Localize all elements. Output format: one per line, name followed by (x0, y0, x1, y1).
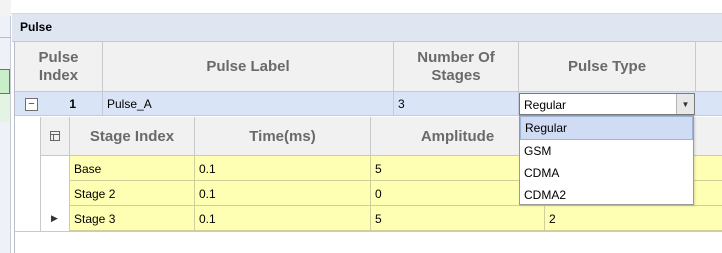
column-header-pulse-index[interactable]: Pulse Index (15, 42, 103, 92)
grid-bottom-border (14, 231, 722, 232)
number-of-stages-cell[interactable]: 3 (394, 92, 519, 116)
stage-name-cell[interactable]: Base (70, 156, 195, 181)
group-title: Pulse (20, 20, 53, 34)
stage-time-cell[interactable]: 0.1 (195, 181, 371, 206)
stage-amplitude-cell[interactable]: 5 (371, 206, 545, 231)
pulse-label-cell[interactable]: Pulse_A (103, 92, 394, 116)
column-chooser-button[interactable] (41, 117, 70, 156)
stage-time-cell[interactable]: 0.1 (195, 156, 371, 181)
expand-cell[interactable]: − (15, 92, 55, 116)
column-header-number-of-stages[interactable]: Number Of Stages (394, 42, 519, 92)
left-panel-selected-item[interactable] (0, 69, 10, 94)
column-header-pulse-type[interactable]: Pulse Type (519, 42, 696, 92)
stage-name-cell[interactable]: Stage 2 (70, 181, 195, 206)
column-header-pulse-label[interactable]: Pulse Label (103, 42, 394, 92)
stage-extra-cell[interactable]: 2 (545, 206, 722, 231)
pulse-type-combo-value: Regular (524, 98, 567, 112)
chevron-down-icon[interactable]: ▼ (676, 94, 694, 114)
stage-name-cell[interactable]: Stage 3 (70, 206, 195, 231)
group-header (12, 14, 722, 42)
top-band (11, 0, 722, 14)
left-panel-item[interactable] (0, 94, 10, 122)
dropdown-option[interactable]: GSM (520, 140, 693, 162)
left-panel-divider (0, 37, 11, 38)
column-header-stage-index[interactable]: Stage Index (70, 117, 195, 156)
minus-box-icon[interactable]: − (25, 97, 38, 111)
column-chooser-icon (50, 131, 60, 141)
pulse-type-dropdown[interactable]: Regular GSM CDMA CDMA2 (519, 115, 694, 205)
pulse-index-cell: 1 (55, 92, 103, 116)
row-pointer-icon: ▶ (51, 213, 58, 223)
left-panel-top (0, 0, 11, 16)
dropdown-option[interactable]: CDMA (520, 162, 693, 184)
column-header-time[interactable]: Time(ms) (195, 117, 371, 156)
dropdown-option[interactable]: CDMA2 (520, 184, 693, 206)
stage-time-cell[interactable]: 0.1 (195, 206, 371, 231)
dropdown-option[interactable]: Regular (520, 116, 693, 140)
column-header-filler (696, 42, 722, 92)
